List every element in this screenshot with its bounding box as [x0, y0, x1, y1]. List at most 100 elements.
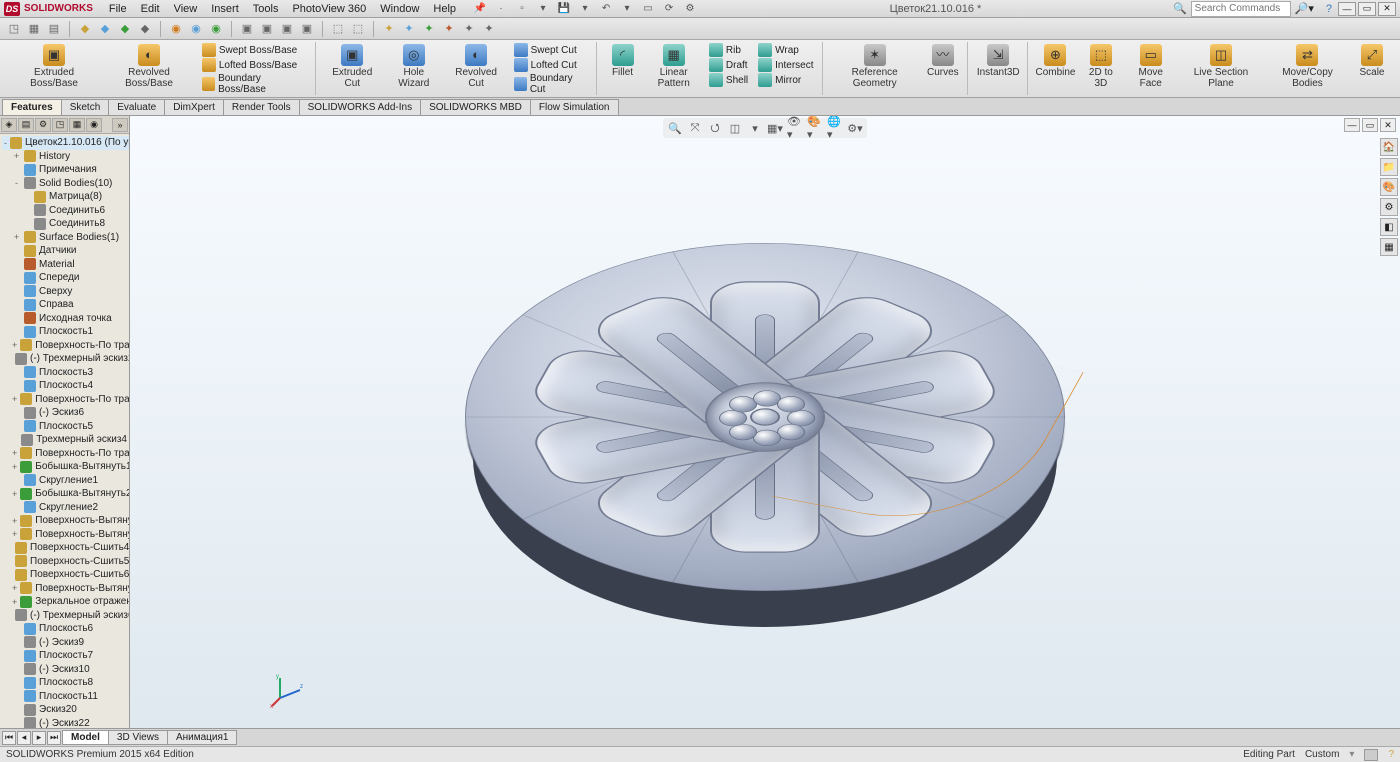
- task-pane-icon[interactable]: ▦: [1380, 238, 1398, 256]
- tree-root[interactable]: - Цветок21.10.016 (По умол: [2, 136, 129, 150]
- ribbon-item[interactable]: Lofted Boss/Base: [200, 58, 309, 72]
- tree-node[interactable]: Скругление1: [2, 474, 129, 488]
- instant3d-button[interactable]: ⇲Instant3D: [974, 42, 1023, 80]
- task-pane-icon[interactable]: ⚙: [1380, 198, 1398, 216]
- orientation-triad[interactable]: y z x: [270, 672, 306, 708]
- qat-icon[interactable]: ◆: [77, 21, 93, 37]
- tab-first-icon[interactable]: ⏮: [2, 731, 16, 745]
- tab-prev-icon[interactable]: ◂: [17, 731, 31, 745]
- minimize-button[interactable]: —: [1338, 2, 1356, 16]
- tree-node[interactable]: Поверхность-Сшить4: [2, 541, 129, 555]
- tree-node[interactable]: Примечания: [2, 163, 129, 177]
- revolved-boss-button[interactable]: ◐Revolved Boss/Base: [102, 42, 196, 91]
- help-icon[interactable]: ?: [1326, 3, 1332, 15]
- vp-minimize-icon[interactable]: —: [1344, 118, 1360, 132]
- qat-icon[interactable]: ✦: [381, 21, 397, 37]
- ribbon-item[interactable]: Draft: [707, 58, 750, 72]
- tree-node[interactable]: Плоскость1: [2, 325, 129, 339]
- menu-edit[interactable]: Edit: [135, 2, 166, 16]
- tree-node[interactable]: Плоскость8: [2, 676, 129, 690]
- fm-tab-icon[interactable]: ▦: [69, 118, 85, 132]
- tree-node[interactable]: (-) Эскиз10: [2, 663, 129, 677]
- tree-node[interactable]: +Поверхность-Вытянуть: [2, 514, 129, 528]
- ribbon-item[interactable]: Wrap: [756, 43, 815, 57]
- cmd-tab-evaluate[interactable]: Evaluate: [108, 99, 165, 115]
- qat-icon[interactable]: ◆: [97, 21, 113, 37]
- move-face-button[interactable]: ▭Move Face: [1124, 42, 1177, 91]
- reference-geometry-button[interactable]: ✶Reference Geometry: [829, 42, 921, 91]
- qat-icon[interactable]: ◉: [188, 21, 204, 37]
- live-section-button[interactable]: ◫Live Section Plane: [1179, 42, 1263, 91]
- tree-node[interactable]: +Поверхность-По траект: [2, 447, 129, 461]
- ribbon-item[interactable]: Mirror: [756, 73, 815, 87]
- qat-icon[interactable]: ⬚: [330, 21, 346, 37]
- tree-node[interactable]: Эскиз20: [2, 703, 129, 717]
- close-button[interactable]: ✕: [1378, 2, 1396, 16]
- status-units[interactable]: Custom: [1305, 749, 1339, 760]
- ribbon-item[interactable]: Boundary Cut: [512, 73, 590, 95]
- undo-icon[interactable]: ↶: [598, 1, 614, 17]
- tree-node[interactable]: +Поверхность-Вытянуть: [2, 582, 129, 596]
- fm-tab-icon[interactable]: ▤: [18, 118, 34, 132]
- tree-node[interactable]: Соединить6: [2, 204, 129, 218]
- fm-expand-icon[interactable]: »: [112, 118, 128, 132]
- bottom-tab[interactable]: 3D Views: [108, 730, 168, 745]
- vp-maximize-icon[interactable]: ▭: [1362, 118, 1378, 132]
- menu-window[interactable]: Window: [374, 2, 425, 16]
- qat-icon[interactable]: ◆: [117, 21, 133, 37]
- tab-last-icon[interactable]: ⏭: [47, 731, 61, 745]
- task-pane-icon[interactable]: 📁: [1380, 158, 1398, 176]
- ribbon-item[interactable]: Lofted Cut: [512, 58, 590, 72]
- bottom-tab[interactable]: Анимация1: [167, 730, 238, 745]
- qat-icon[interactable]: ▣: [239, 21, 255, 37]
- tree-node[interactable]: Поверхность-Сшить6: [2, 568, 129, 582]
- qat-icon[interactable]: ✦: [441, 21, 457, 37]
- fm-tab-icon[interactable]: ◳: [52, 118, 68, 132]
- menu-help[interactable]: Help: [427, 2, 462, 16]
- tree-node[interactable]: +Поверхность-По траект: [2, 339, 129, 353]
- task-pane-icon[interactable]: 🎨: [1380, 178, 1398, 196]
- scale-button[interactable]: ⤢Scale: [1352, 42, 1392, 80]
- tree-node[interactable]: Справа: [2, 298, 129, 312]
- fm-tab-icon[interactable]: ⚙: [35, 118, 51, 132]
- move-copy-button[interactable]: ⇄Move/Copy Bodies: [1265, 42, 1350, 91]
- tree-node[interactable]: +Бобышка-Вытянуть2: [2, 487, 129, 501]
- tree-node[interactable]: +History: [2, 150, 129, 164]
- tab-next-icon[interactable]: ▸: [32, 731, 46, 745]
- tree-node[interactable]: Плоскость4: [2, 379, 129, 393]
- tree-node[interactable]: +Поверхность-По траект: [2, 393, 129, 407]
- options-icon[interactable]: ⚙: [682, 1, 698, 17]
- maximize-button[interactable]: ▭: [1358, 2, 1376, 16]
- cmd-tab-solidworks-add-ins[interactable]: SOLIDWORKS Add-Ins: [299, 99, 421, 115]
- tree-node[interactable]: (-) Эскиз22: [2, 717, 129, 729]
- tree-node[interactable]: Соединить8: [2, 217, 129, 231]
- status-icon[interactable]: [1364, 749, 1378, 761]
- fm-tab-icon[interactable]: ◈: [1, 118, 17, 132]
- tree-node[interactable]: Плоскость11: [2, 690, 129, 704]
- tree-node[interactable]: Спереди: [2, 271, 129, 285]
- qat-icon[interactable]: ▣: [279, 21, 295, 37]
- tree-node[interactable]: Плоскость7: [2, 649, 129, 663]
- cmd-tab-solidworks-mbd[interactable]: SOLIDWORKS MBD: [420, 99, 531, 115]
- qat-icon[interactable]: ▣: [259, 21, 275, 37]
- tree-node[interactable]: (-) Трехмерный эскиз2: [2, 352, 129, 366]
- search-dropdown-icon[interactable]: 🔎▾: [1295, 2, 1314, 15]
- bottom-tab[interactable]: Model: [62, 730, 109, 745]
- tree-node[interactable]: Material: [2, 258, 129, 272]
- ribbon-item[interactable]: Boundary Boss/Base: [200, 73, 309, 95]
- tree-node[interactable]: Датчики: [2, 244, 129, 258]
- menu-view[interactable]: View: [168, 2, 204, 16]
- menu-insert[interactable]: Insert: [205, 2, 245, 16]
- ribbon-item[interactable]: Intersect: [756, 58, 815, 72]
- tree-node[interactable]: +Surface Bodies(1): [2, 231, 129, 245]
- qat-icon[interactable]: ▣: [299, 21, 315, 37]
- qat-icon[interactable]: ◆: [137, 21, 153, 37]
- qat-icon[interactable]: ⬚: [350, 21, 366, 37]
- combine-button[interactable]: ⊕Combine: [1034, 42, 1078, 80]
- search-input[interactable]: [1191, 1, 1291, 17]
- qat-icon[interactable]: ✦: [421, 21, 437, 37]
- redo-icon[interactable]: ▾: [619, 1, 635, 17]
- new-icon[interactable]: ▫: [514, 1, 530, 17]
- fm-tab-icon[interactable]: ◉: [86, 118, 102, 132]
- tree-node[interactable]: (-) Эскиз6: [2, 406, 129, 420]
